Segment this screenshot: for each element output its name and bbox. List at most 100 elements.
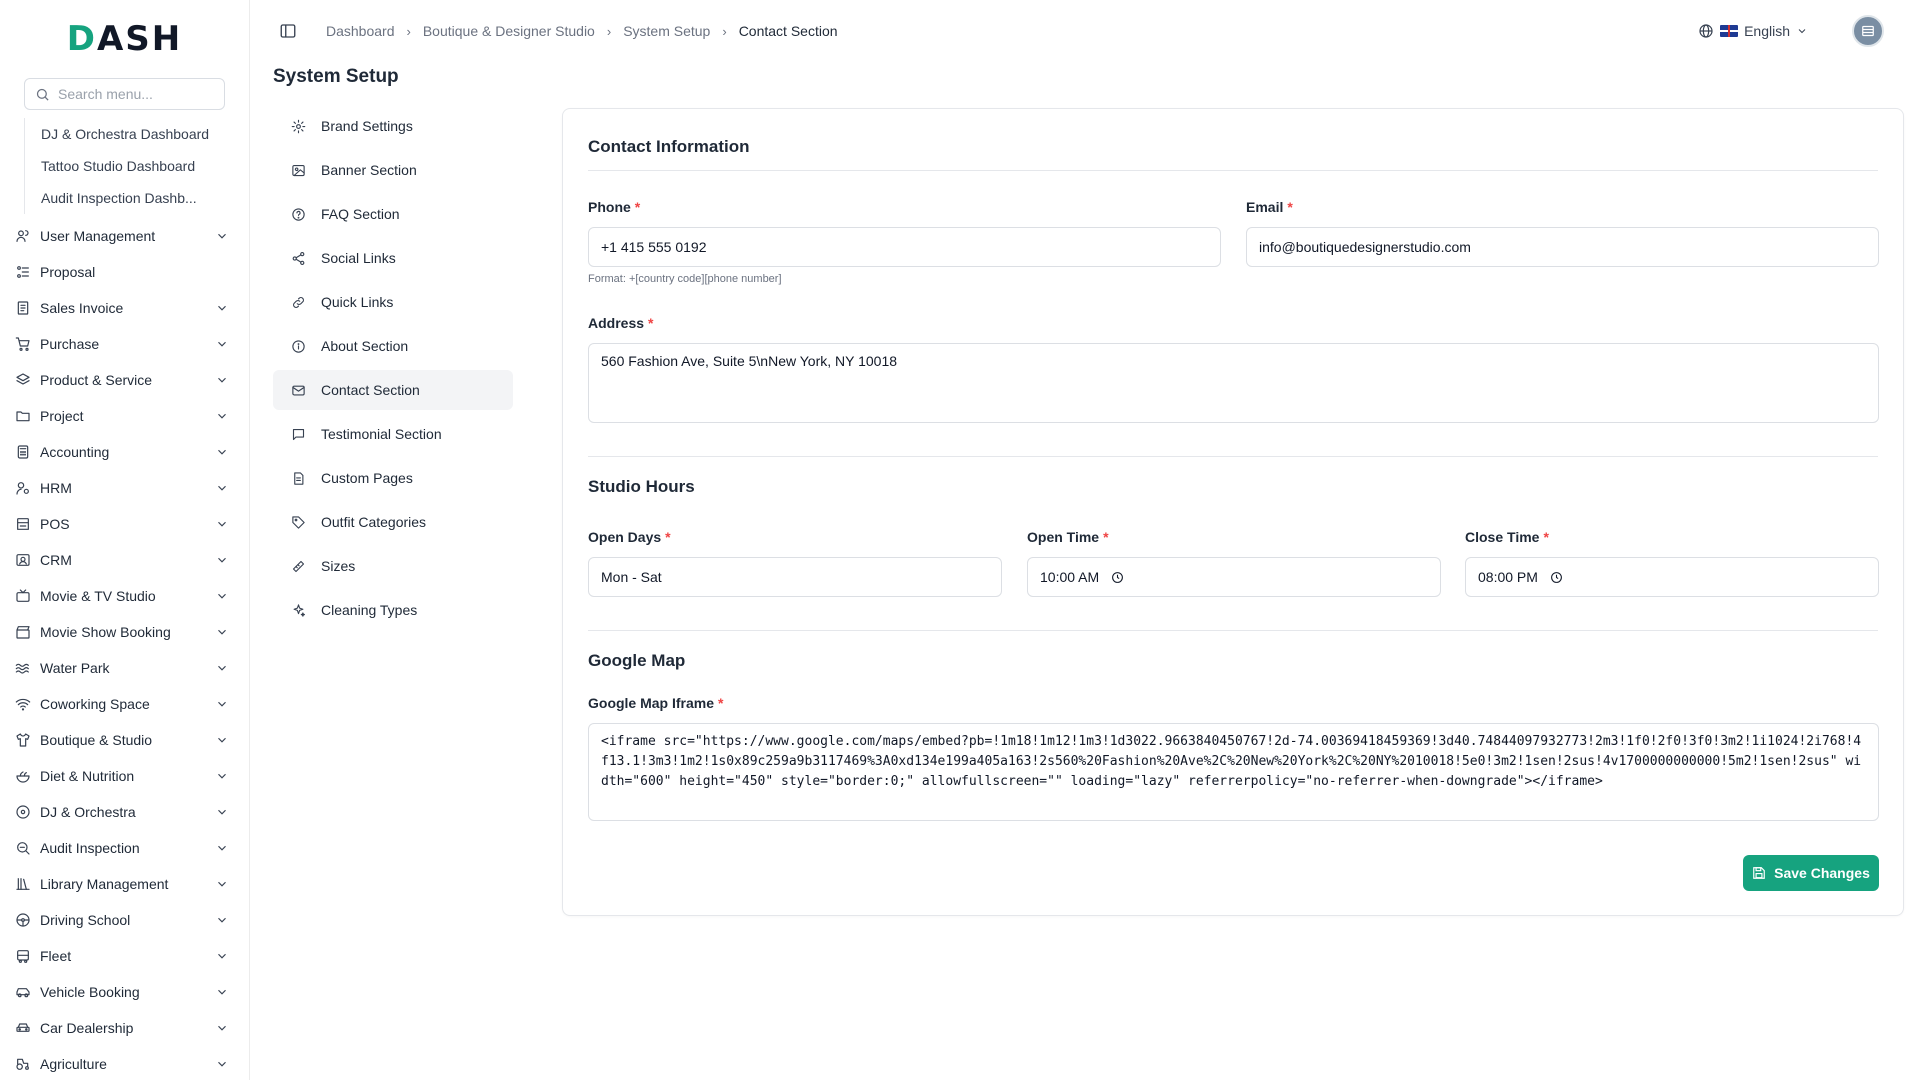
chevron-down-icon xyxy=(218,413,226,419)
settings-nav-outfit-categories[interactable]: Outfit Categories xyxy=(273,502,513,542)
sidebar-item-user-management[interactable]: User Management xyxy=(0,218,249,254)
sidebar-item-dj-orchestra[interactable]: DJ & Orchestra xyxy=(0,794,249,830)
invoice-icon xyxy=(14,299,32,317)
sparkles-icon xyxy=(289,601,307,619)
user-avatar-icon xyxy=(1862,25,1874,37)
settings-nav-faq-section[interactable]: FAQ Section xyxy=(273,194,513,234)
clock-icon[interactable] xyxy=(1111,571,1124,584)
save-changes-button[interactable]: Save Changes xyxy=(1743,855,1879,891)
sidebar-item-accounting[interactable]: Accounting xyxy=(0,434,249,470)
open-time-label-text: Open Time xyxy=(1027,529,1100,545)
settings-nav-custom-pages[interactable]: Custom Pages xyxy=(273,458,513,498)
settings-nav: Brand Settings Banner Section FAQ Section S… xyxy=(273,106,513,634)
settings-nav-sizes[interactable]: Sizes xyxy=(273,546,513,586)
sidebar-item-purchase[interactable]: Purchase xyxy=(0,326,249,362)
sidebar-item-hrm[interactable]: HRM xyxy=(0,470,249,506)
settings-nav-testimonial-section[interactable]: Testimonial Section xyxy=(273,414,513,454)
sidebar-item-agriculture[interactable]: Agriculture xyxy=(0,1046,249,1080)
sidebar-item-audit-inspection[interactable]: Audit Inspection xyxy=(0,830,249,866)
settings-nav-about-section[interactable]: About Section xyxy=(273,326,513,366)
settings-nav-brand-settings[interactable]: Brand Settings xyxy=(273,106,513,146)
sidebar-item-product-service[interactable]: Product & Service xyxy=(0,362,249,398)
sidebar-item-label: Proposal xyxy=(40,264,96,280)
required-mark: * xyxy=(665,529,671,545)
sidebar-item-label: Car Dealership xyxy=(40,1020,134,1036)
settings-nav-contact-section[interactable]: Contact Section xyxy=(273,370,513,410)
chevron-down-icon xyxy=(218,809,226,815)
search-zoom-icon xyxy=(14,839,32,857)
sidebar-item-diet-nutrition[interactable]: Diet & Nutrition xyxy=(0,758,249,794)
google-map-iframe-label: Google Map Iframe * xyxy=(588,695,723,711)
tag-icon xyxy=(289,513,307,531)
sidebar-item-label: User Management xyxy=(40,228,156,244)
sidebar-item-library-management[interactable]: Library Management xyxy=(0,866,249,902)
breadcrumb-boutique[interactable]: Boutique & Designer Studio xyxy=(423,23,595,39)
sidebar-item-movie-show-booking[interactable]: Movie Show Booking xyxy=(0,614,249,650)
help-circle-icon xyxy=(289,205,307,223)
sidebar-item-water-park[interactable]: Water Park xyxy=(0,650,249,686)
sidebar-item-vehicle-booking[interactable]: Vehicle Booking xyxy=(0,974,249,1010)
breadcrumb-system-setup[interactable]: System Setup xyxy=(623,23,710,39)
sidebar-item-pos[interactable]: POS xyxy=(0,506,249,542)
settings-nav-banner-section[interactable]: Banner Section xyxy=(273,150,513,190)
sidebar-nav: User Management Proposal Sales Invoice Purc… xyxy=(0,218,249,1080)
address-textarea[interactable]: 560 Fashion Ave, Suite 5\nNew York, NY 1… xyxy=(588,343,1879,423)
panel-left-icon xyxy=(280,24,296,38)
sidebar-item-crm[interactable]: CRM xyxy=(0,542,249,578)
sidebar-item-car-dealership[interactable]: Car Dealership xyxy=(0,1010,249,1046)
clock-icon[interactable] xyxy=(1550,571,1563,584)
save-icon xyxy=(1753,867,1765,879)
search-input[interactable]: Search menu... xyxy=(24,78,225,110)
open-time-field[interactable]: 10:00 AM xyxy=(1027,557,1441,597)
submenu-item[interactable]: DJ & Orchestra Dashboard xyxy=(25,118,235,150)
close-time-field[interactable]: 08:00 PM xyxy=(1465,557,1879,597)
phone-field[interactable]: +1 415 555 0192 xyxy=(588,227,1221,267)
sidebar-item-sales-invoice[interactable]: Sales Invoice xyxy=(0,290,249,326)
sidebar-item-boutique-studio[interactable]: Boutique & Studio xyxy=(0,722,249,758)
logo-mark: D xyxy=(66,19,97,59)
language-selector[interactable]: English xyxy=(1698,23,1814,39)
open-days-field[interactable]: Mon - Sat xyxy=(588,557,1002,597)
chevron-down-icon xyxy=(218,521,226,527)
sidebar-item-label: Purchase xyxy=(40,336,100,352)
breadcrumb-dashboard[interactable]: Dashboard xyxy=(326,23,395,39)
google-map-iframe-textarea[interactable]: <iframe src="https://www.google.com/maps… xyxy=(588,723,1879,821)
sidebar-item-fleet[interactable]: Fleet xyxy=(0,938,249,974)
sidebar-item-project[interactable]: Project xyxy=(0,398,249,434)
globe-icon xyxy=(1699,24,1713,38)
close-time-label: Close Time * xyxy=(1465,529,1549,545)
settings-nav-cleaning-types[interactable]: Cleaning Types xyxy=(273,590,513,630)
submenu-item[interactable]: Audit Inspection Dashb... xyxy=(25,182,235,214)
sidebar-item-driving-school[interactable]: Driving School xyxy=(0,902,249,938)
open-days-value: Mon - Sat xyxy=(601,569,662,585)
bus-icon xyxy=(14,947,32,965)
message-square-icon xyxy=(289,425,307,443)
settings-nav-quick-links[interactable]: Quick Links xyxy=(273,282,513,322)
sidebar-toggle-button[interactable] xyxy=(276,19,300,43)
sidebar-item-proposal[interactable]: Proposal xyxy=(0,254,249,290)
phone-label-text: Phone xyxy=(588,199,631,215)
submenu-item[interactable]: Tattoo Studio Dashboard xyxy=(25,150,235,182)
sidebar-item-label: Driving School xyxy=(40,912,131,928)
shirt-icon xyxy=(14,731,32,749)
email-value: info@boutiquedesignerstudio.com xyxy=(1259,239,1471,255)
sidebar-item-movie-tv-studio[interactable]: Movie & TV Studio xyxy=(0,578,249,614)
sidebar: DASH Search menu... DJ & Orchestra Dashb… xyxy=(0,0,250,1080)
address-value: 560 Fashion Ave, Suite 5\nNew York, NY 1… xyxy=(601,353,898,369)
sidebar-item-coworking-space[interactable]: Coworking Space xyxy=(0,686,249,722)
sidebar-item-label: DJ & Orchestra xyxy=(40,804,136,820)
settings-nav-social-links[interactable]: Social Links xyxy=(273,238,513,278)
avatar[interactable] xyxy=(1852,15,1884,47)
required-mark: * xyxy=(1103,529,1109,545)
logo-text: ASH xyxy=(96,19,183,59)
settings-nav-label: Banner Section xyxy=(321,162,417,178)
page-title: System Setup xyxy=(273,66,399,87)
email-label: Email * xyxy=(1246,199,1293,215)
chevron-down-icon xyxy=(218,377,226,383)
logo[interactable]: DASH xyxy=(0,0,249,78)
chevron-down-icon xyxy=(218,593,226,599)
email-field[interactable]: info@boutiquedesignerstudio.com xyxy=(1246,227,1879,267)
required-mark: * xyxy=(718,695,724,711)
settings-nav-label: Quick Links xyxy=(321,294,394,310)
open-days-label-text: Open Days xyxy=(588,529,662,545)
